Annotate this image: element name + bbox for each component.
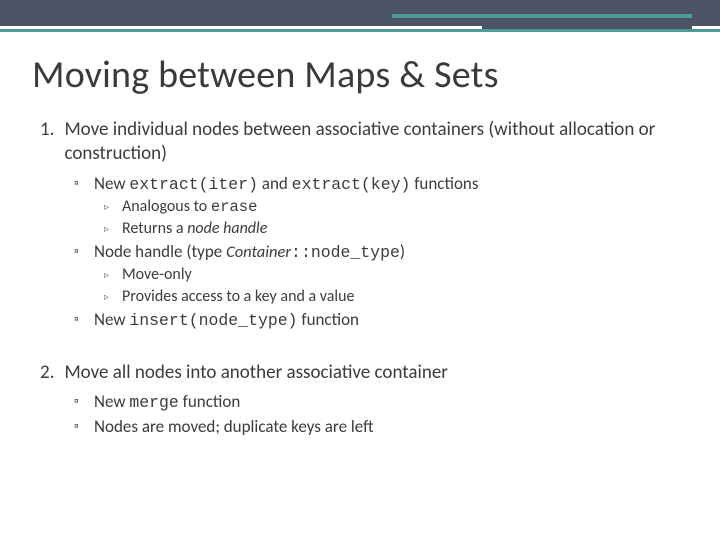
text: functions [410, 173, 478, 194]
text: function [179, 391, 240, 412]
header-separator [0, 32, 720, 35]
point-text: Move all nodes into another associative … [64, 361, 447, 385]
code-node-type: ::node_type [291, 243, 400, 262]
square-bullet-icon: ▫ [74, 241, 86, 263]
code-merge: merge [129, 393, 178, 412]
text: Provides access to a key and a value [122, 287, 354, 307]
code-extract-key: extract(key) [292, 175, 411, 194]
slide-title: Moving between Maps & Sets [32, 52, 692, 98]
code-insert: insert(node_type) [129, 311, 297, 330]
text: Node handle (type [94, 241, 226, 262]
italic-node-handle: node handle [187, 219, 267, 238]
code-extract-iter: extract(iter) [129, 175, 258, 194]
bullet-node-handle-type: ▫ Node handle (type Container::node_type… [74, 241, 680, 263]
header-band [0, 0, 720, 26]
point-number: 1. [40, 118, 54, 167]
triangle-bullet-icon: ▹ [104, 287, 114, 307]
point-text: Move individual nodes between associativ… [64, 118, 680, 167]
text: New [94, 173, 129, 194]
text: New [94, 309, 129, 330]
bullet-insert-function: ▫ New insert(node_type) function [74, 309, 680, 331]
slide-body: 1. Move individual nodes between associa… [40, 118, 680, 454]
text: Returns a [122, 219, 187, 238]
subbullet-move-only: ▹ Move-only [104, 265, 680, 285]
square-bullet-icon: ▫ [74, 309, 86, 331]
subbullet-returns-node-handle: ▹ Returns a node handle [104, 219, 680, 239]
point-2: 2. Move all nodes into another associati… [40, 361, 680, 437]
square-bullet-icon: ▫ [74, 173, 86, 195]
text: and [258, 173, 292, 194]
text: Analogous to [122, 197, 211, 216]
square-bullet-icon: ▫ [74, 391, 86, 413]
bullet-merge-function: ▫ New merge function [74, 391, 680, 413]
triangle-bullet-icon: ▹ [104, 265, 114, 285]
point-number: 2. [40, 361, 54, 385]
subbullet-analogous-erase: ▹ Analogous to erase [104, 197, 680, 218]
text: Move-only [122, 265, 192, 285]
text: New [94, 391, 129, 412]
italic-container: Container [226, 242, 291, 262]
text: Nodes are moved; duplicate keys are left [94, 416, 374, 438]
square-bullet-icon: ▫ [74, 416, 86, 438]
triangle-bullet-icon: ▹ [104, 197, 114, 218]
point-1: 1. Move individual nodes between associa… [40, 118, 680, 331]
text: ) [400, 241, 405, 262]
bullet-extract-functions: ▫ New extract(iter) and extract(key) fun… [74, 173, 680, 195]
text: function [298, 309, 359, 330]
triangle-bullet-icon: ▹ [104, 219, 114, 239]
code-erase: erase [211, 198, 258, 216]
subbullet-key-value-access: ▹ Provides access to a key and a value [104, 287, 680, 307]
bullet-nodes-moved: ▫ Nodes are moved; duplicate keys are le… [74, 416, 680, 438]
